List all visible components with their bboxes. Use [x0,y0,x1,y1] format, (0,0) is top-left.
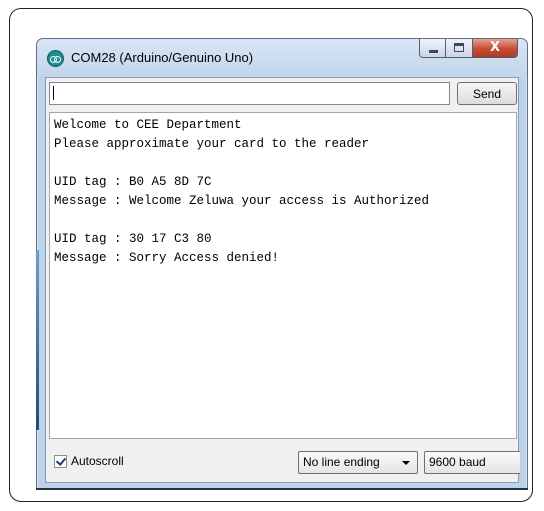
monitor-client-area: Send Welcome to CEE Department Please app… [45,77,520,483]
autoscroll-label: Autoscroll [71,454,124,468]
serial-output[interactable]: Welcome to CEE Department Please approxim… [49,112,517,439]
serial-output-line: Message : Welcome Zeluwa your access is … [54,194,430,208]
text-caret [53,86,54,100]
window-bottom-edge [36,488,528,490]
maximize-icon [454,43,464,52]
baud-rate-select[interactable]: 9600 baud [424,451,520,474]
serial-input[interactable] [49,82,450,105]
close-icon: X [489,40,501,55]
maximize-button[interactable] [446,39,473,58]
serial-output-line: Please approximate your card to the read… [54,137,370,151]
window-edge-shadow [36,250,39,430]
window-title: COM28 (Arduino/Genuino Uno) [71,50,254,65]
arduino-icon [47,50,64,67]
serial-output-line: Message : Sorry Access denied! [54,251,280,265]
autoscroll-toggle[interactable]: Autoscroll [54,454,124,468]
title-bar[interactable]: COM28 (Arduino/Genuino Uno) X [37,39,527,77]
close-button[interactable]: X [473,39,518,58]
line-ending-select[interactable]: No line ending [298,451,418,474]
baud-rate-value: 9600 baud [429,455,486,469]
serial-output-line: UID tag : B0 A5 8D 7C [54,175,212,189]
serial-output-line: Welcome to CEE Department [54,118,242,132]
serial-monitor-window: COM28 (Arduino/Genuino Uno) X Send Welco… [36,38,528,490]
minimize-icon [429,50,438,53]
serial-output-line [54,154,512,173]
autoscroll-checkbox[interactable] [54,454,67,468]
line-ending-value: No line ending [303,455,380,469]
input-row: Send [49,82,517,106]
send-button[interactable]: Send [457,82,517,105]
serial-output-line: UID tag : 30 17 C3 80 [54,232,212,246]
minimize-button[interactable] [419,39,446,58]
chevron-down-icon [402,461,410,465]
serial-output-line [54,211,512,230]
status-bar: Autoscroll No line ending 9600 baud [46,438,520,482]
window-controls: X [419,39,518,59]
